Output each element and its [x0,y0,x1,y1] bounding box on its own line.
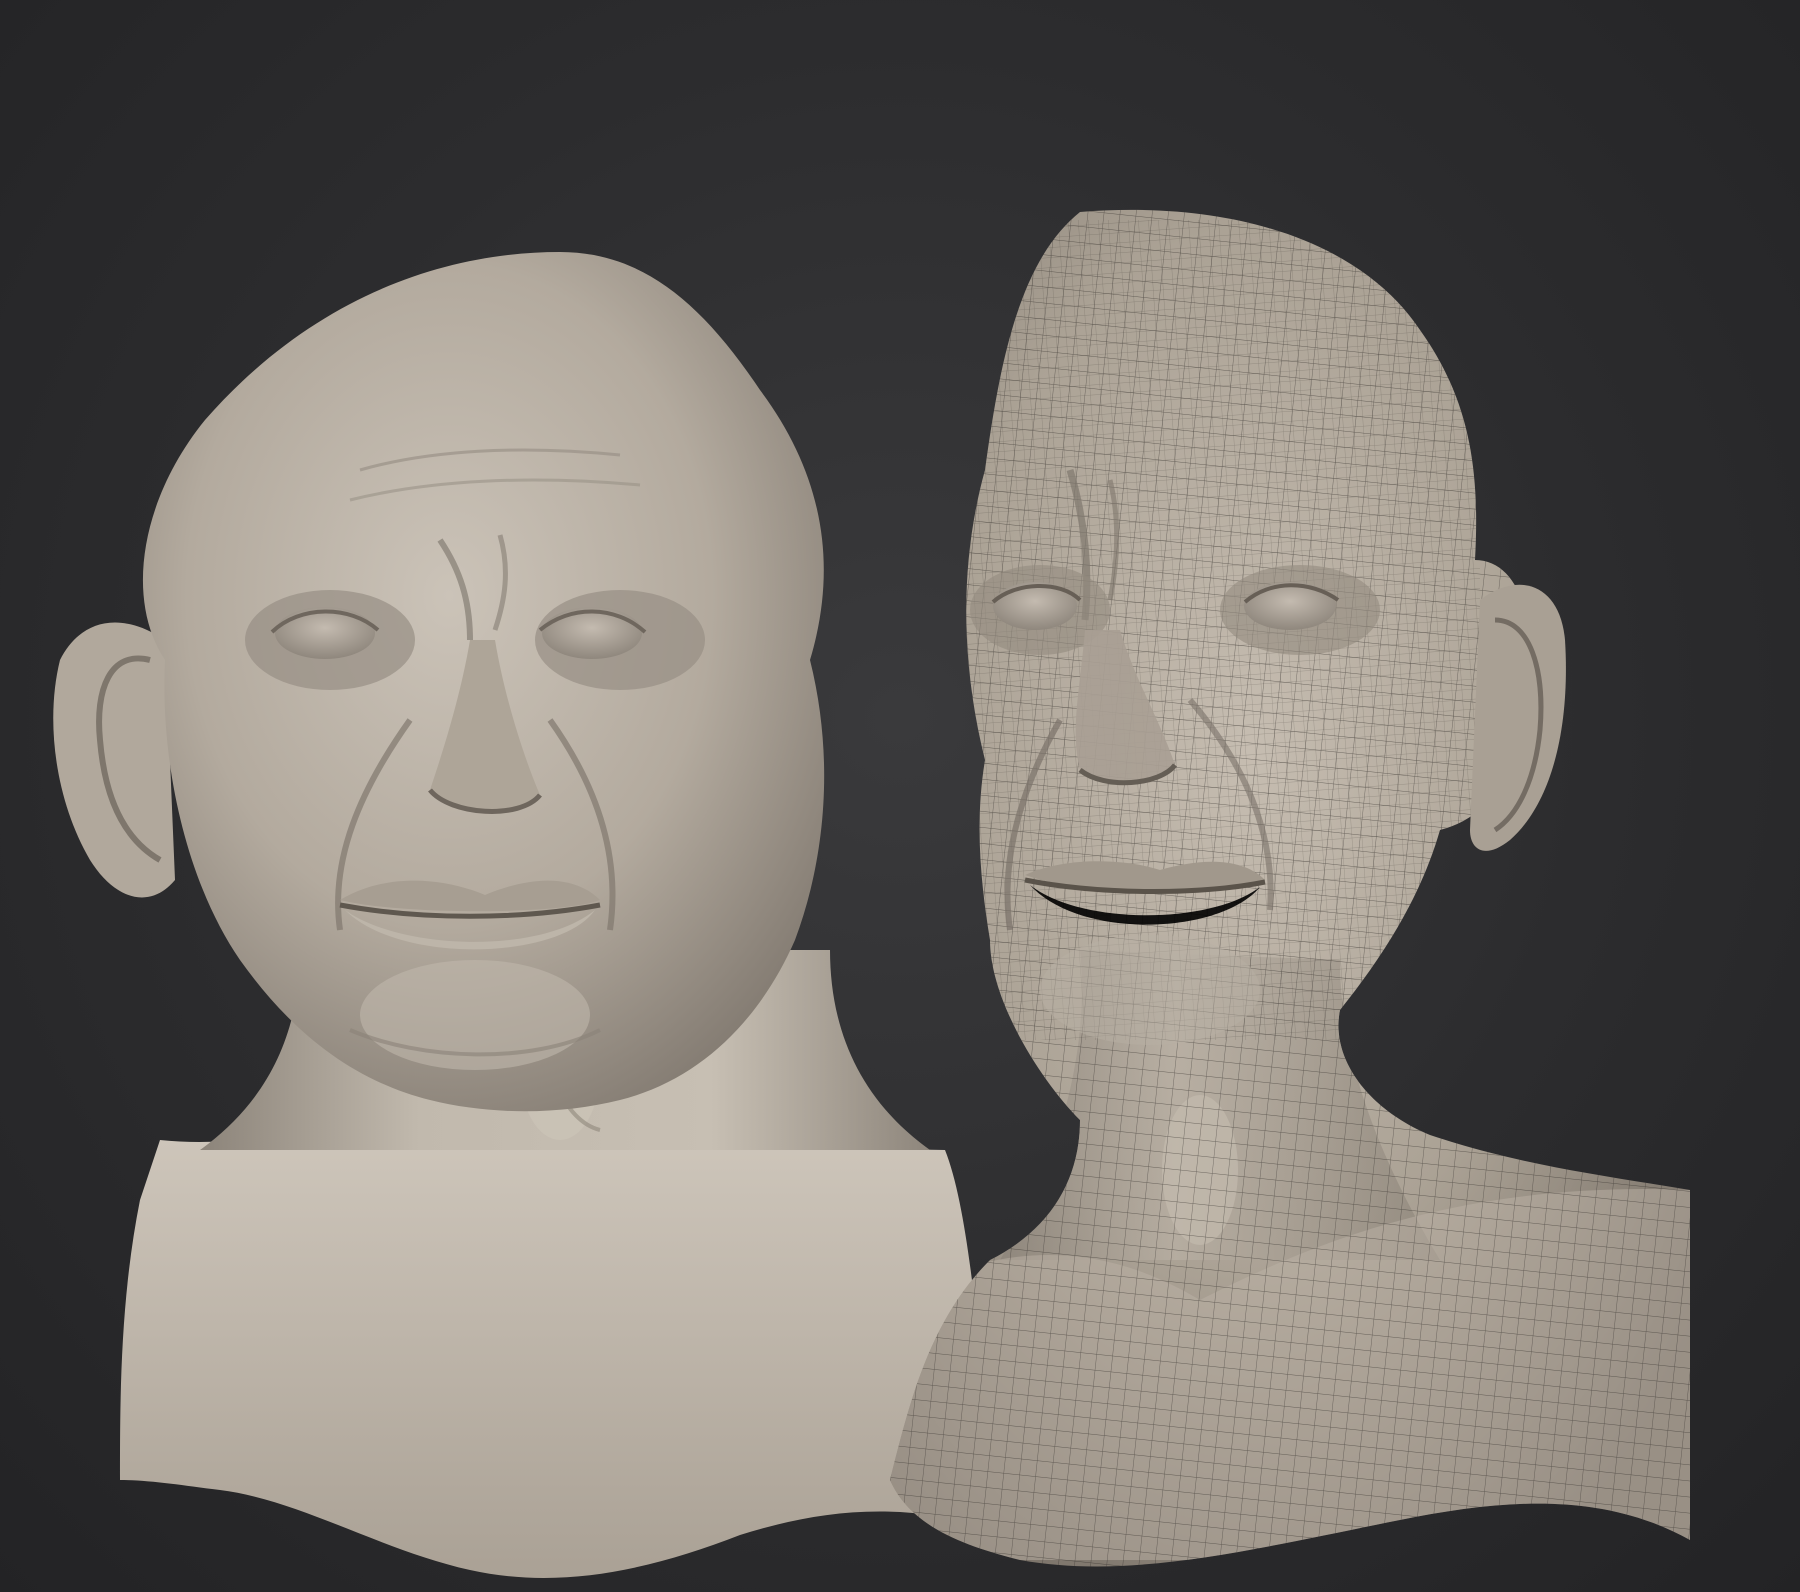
right-ear [1470,584,1566,851]
viewport-canvas [53,209,1690,1578]
left-bust-shoulders [120,1080,1000,1578]
sculpt-viewport[interactable] [0,0,1800,1592]
left-eye-l [275,607,375,659]
wireframe-head-model [890,209,1690,1567]
left-eye-r [542,607,642,659]
smooth-head-model [53,252,1000,1578]
